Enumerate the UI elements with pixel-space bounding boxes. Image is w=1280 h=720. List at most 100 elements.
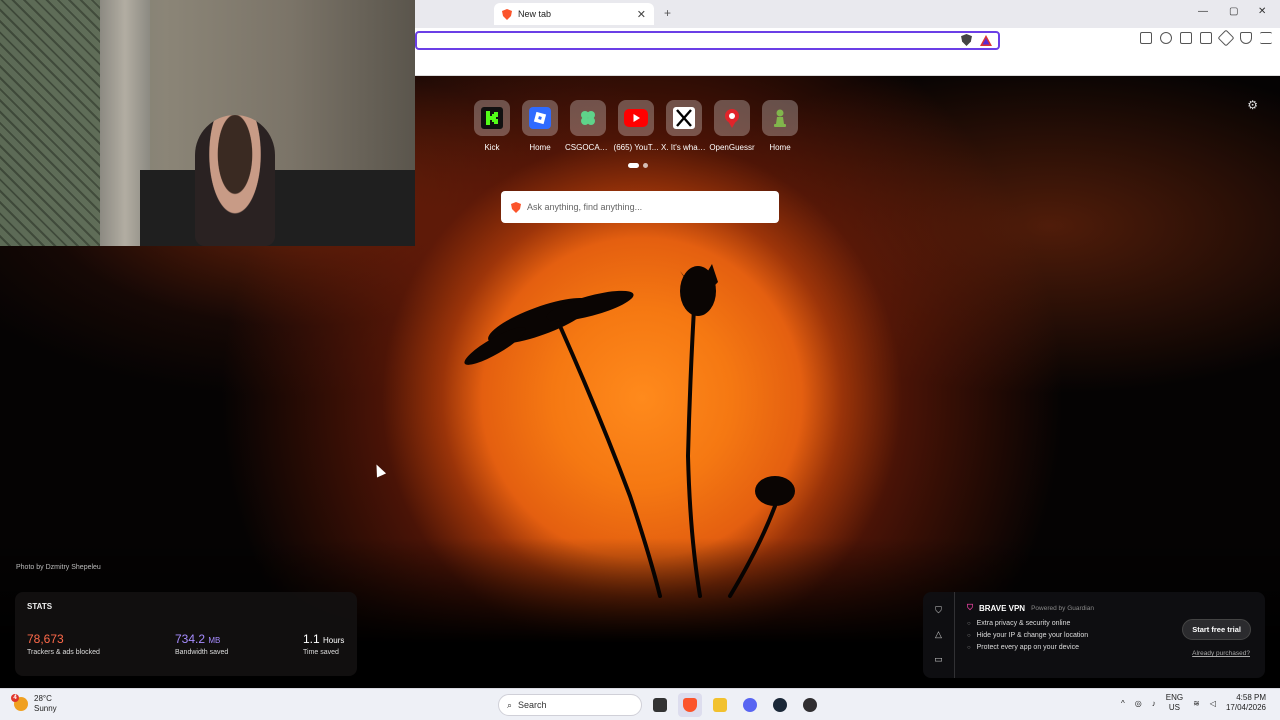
top-sites: Kick Home CSGOCASE... (665) YouT... X. I… bbox=[474, 100, 798, 152]
stat-trackers: 78,673 Trackers & ads blocked bbox=[27, 632, 100, 656]
weather-widget[interactable]: 4 28°C Sunny bbox=[11, 694, 57, 714]
top-site-roblox[interactable]: Home bbox=[522, 100, 558, 152]
brave-search-icon bbox=[511, 201, 521, 213]
webcam-chair bbox=[140, 170, 415, 246]
photo-credit[interactable]: Photo by Dzmitry Shepeleu bbox=[16, 564, 101, 571]
minimize-button[interactable]: — bbox=[1198, 6, 1208, 17]
tab-new-tab[interactable]: New tab ✕ bbox=[494, 3, 654, 25]
vpn-header: ⛉ BRAVE VPN Powered by Guardian bbox=[967, 603, 1094, 613]
stat-bandwidth: 734.2 MB Bandwidth saved bbox=[175, 632, 228, 656]
brave-rewards-icon[interactable] bbox=[980, 34, 992, 46]
already-purchased-link[interactable]: Already purchased? bbox=[1192, 650, 1250, 657]
obs-icon[interactable] bbox=[798, 693, 822, 717]
start-free-trial-button[interactable]: Start free trial bbox=[1182, 619, 1251, 640]
microphone-icon[interactable]: ♪ bbox=[1152, 699, 1156, 708]
trackers-value: 78,673 bbox=[27, 632, 64, 646]
maximize-button[interactable]: ▢ bbox=[1229, 6, 1238, 17]
lang-code: ENG bbox=[1165, 693, 1184, 702]
task-view-icon[interactable] bbox=[648, 693, 672, 717]
file-explorer-icon[interactable] bbox=[708, 693, 732, 717]
language-indicator[interactable]: ENG US bbox=[1166, 693, 1183, 713]
top-site-label: Home bbox=[529, 143, 551, 152]
pin-icon bbox=[714, 100, 750, 136]
pager-dot-active[interactable] bbox=[628, 163, 639, 168]
cards-icon[interactable]: ▭ bbox=[934, 654, 943, 665]
tab-title: New tab bbox=[518, 9, 552, 19]
top-site-youtube[interactable]: (665) YouT... bbox=[614, 100, 658, 152]
trackers-caption: Trackers & ads blocked bbox=[27, 649, 100, 656]
clock-date: 17/04/2026 bbox=[1225, 703, 1266, 712]
vpn-powered-by: Powered by Guardian bbox=[1031, 604, 1094, 612]
leo-ai-icon[interactable] bbox=[1217, 29, 1235, 47]
sidebar-icon[interactable] bbox=[1180, 32, 1192, 44]
top-site-label: OpenGuessr bbox=[709, 143, 755, 152]
vpn-title: BRAVE VPN bbox=[979, 603, 1026, 613]
brave-shield-icon bbox=[502, 8, 512, 20]
media-icon[interactable] bbox=[1160, 32, 1172, 44]
lang-region: US bbox=[1168, 703, 1180, 712]
ntp-search-box[interactable]: Ask anything, find anything... bbox=[501, 191, 779, 223]
x-icon bbox=[666, 100, 702, 136]
start-button[interactable] bbox=[468, 693, 492, 717]
top-site-csgocase[interactable]: CSGOCASE... bbox=[565, 100, 611, 152]
stats-title: STATS bbox=[27, 602, 53, 611]
webcam-window-bars bbox=[0, 0, 105, 246]
close-window-button[interactable]: ✕ bbox=[1258, 6, 1266, 17]
vpn-logo-icon: ⛉ bbox=[967, 603, 973, 612]
steam-icon[interactable] bbox=[768, 693, 792, 717]
network-icon[interactable]: ◎ bbox=[1135, 699, 1142, 708]
top-site-x[interactable]: X. It's what'... bbox=[661, 100, 707, 152]
new-tab-button[interactable]: + bbox=[664, 6, 671, 20]
brave-shields-icon[interactable] bbox=[961, 34, 972, 46]
clover-icon bbox=[570, 100, 606, 136]
menu-icon[interactable] bbox=[1260, 32, 1272, 44]
wifi-icon[interactable]: ≋ bbox=[1193, 699, 1200, 708]
top-site-kick[interactable]: Kick bbox=[474, 100, 510, 152]
wallet-icon[interactable] bbox=[1200, 32, 1212, 44]
search-icon: ⌕ bbox=[507, 699, 513, 710]
address-bar[interactable] bbox=[415, 31, 1000, 50]
stats-widget: STATS 78,673 Trackers & ads blocked 734.… bbox=[15, 592, 357, 676]
webcam-overlay bbox=[0, 0, 415, 246]
top-site-label: (665) YouT... bbox=[613, 143, 659, 152]
top-site-label: CSGOCASE... bbox=[565, 143, 611, 152]
discord-icon[interactable] bbox=[738, 693, 762, 717]
tab-close-icon[interactable]: ✕ bbox=[637, 8, 646, 21]
system-tray: ^ ◎ ♪ ENG US ≋ ◁ 4:58 PM 17/04/2026 bbox=[1121, 693, 1266, 713]
sunny-icon: 4 bbox=[11, 694, 28, 711]
vpn-icon[interactable] bbox=[1240, 32, 1252, 44]
vpn-shield-icon[interactable]: ⛉ bbox=[935, 605, 942, 616]
youtube-icon bbox=[618, 100, 654, 136]
vpn-feature: Hide your IP & change your location bbox=[967, 632, 1089, 639]
top-site-chess[interactable]: Home bbox=[762, 100, 798, 152]
clock[interactable]: 4:58 PM 17/04/2026 bbox=[1226, 693, 1266, 713]
vpn-features: Extra privacy & security online Hide you… bbox=[967, 620, 1089, 656]
vpn-feature: Protect every app on your device bbox=[967, 644, 1088, 651]
top-site-openguessr[interactable]: OpenGuessr bbox=[709, 100, 755, 152]
chess-icon bbox=[762, 100, 798, 136]
ntp-settings-icon[interactable]: ⚙ bbox=[1247, 98, 1258, 112]
taskbar-search-label: Search bbox=[518, 700, 547, 710]
bandwidth-unit: MB bbox=[208, 636, 221, 645]
weather-badge: 4 bbox=[11, 694, 19, 702]
widget-switcher: ⛉ △ ▭ bbox=[923, 592, 955, 678]
webcam-person bbox=[195, 115, 275, 246]
tray-overflow-icon[interactable]: ^ bbox=[1121, 699, 1125, 708]
tab-search-icon[interactable] bbox=[1140, 32, 1152, 44]
taskbar-apps: ⌕ Search bbox=[468, 693, 822, 717]
top-sites-pager bbox=[628, 163, 648, 168]
search-placeholder: Ask anything, find anything... bbox=[527, 202, 643, 212]
volume-icon[interactable]: ◁ bbox=[1210, 699, 1216, 708]
roblox-icon bbox=[522, 100, 558, 136]
taskbar-search[interactable]: ⌕ Search bbox=[498, 694, 642, 716]
pager-dot[interactable] bbox=[643, 163, 648, 168]
vpn-widget: ⛉ △ ▭ ⛉ BRAVE VPN Powered by Guardian Ex… bbox=[923, 592, 1265, 678]
stat-time: 1.1 Hours Time saved bbox=[303, 632, 344, 656]
top-site-label: X. It's what'... bbox=[661, 143, 707, 152]
time-caption: Time saved bbox=[303, 649, 339, 656]
rewards-triangle-icon[interactable]: △ bbox=[935, 629, 942, 640]
bandwidth-caption: Bandwidth saved bbox=[175, 649, 229, 656]
weather-condition: Sunny bbox=[34, 704, 57, 713]
top-site-label: Home bbox=[769, 143, 791, 152]
brave-browser-icon[interactable] bbox=[678, 693, 702, 717]
